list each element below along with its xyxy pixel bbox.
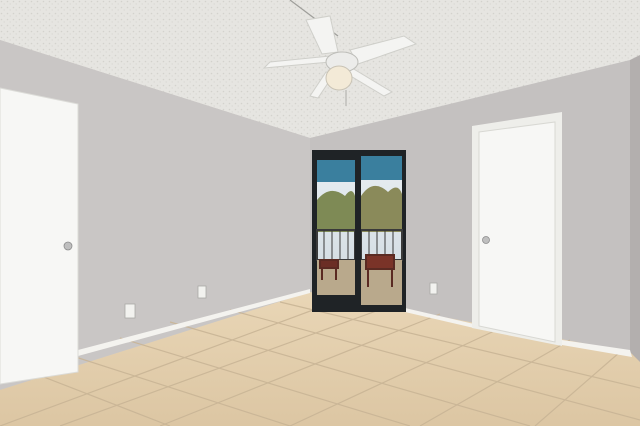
door-divider — [355, 154, 361, 306]
blue-awning — [317, 160, 355, 182]
outlet-icon — [197, 285, 207, 299]
blue-awning — [361, 156, 402, 180]
tree-canopy — [361, 185, 402, 232]
door-knob-icon[interactable] — [63, 241, 73, 251]
tree-canopy — [317, 190, 355, 232]
outlet-icon — [124, 303, 136, 319]
empty-bedroom-scene — [0, 0, 640, 426]
sliding-glass-door[interactable] — [312, 150, 406, 312]
door-knob-icon[interactable] — [482, 236, 490, 244]
right-wall — [630, 55, 640, 365]
fan-light — [325, 65, 353, 91]
left-door[interactable] — [0, 87, 79, 385]
outlet-icon — [429, 282, 438, 295]
closet-door[interactable] — [478, 121, 556, 343]
